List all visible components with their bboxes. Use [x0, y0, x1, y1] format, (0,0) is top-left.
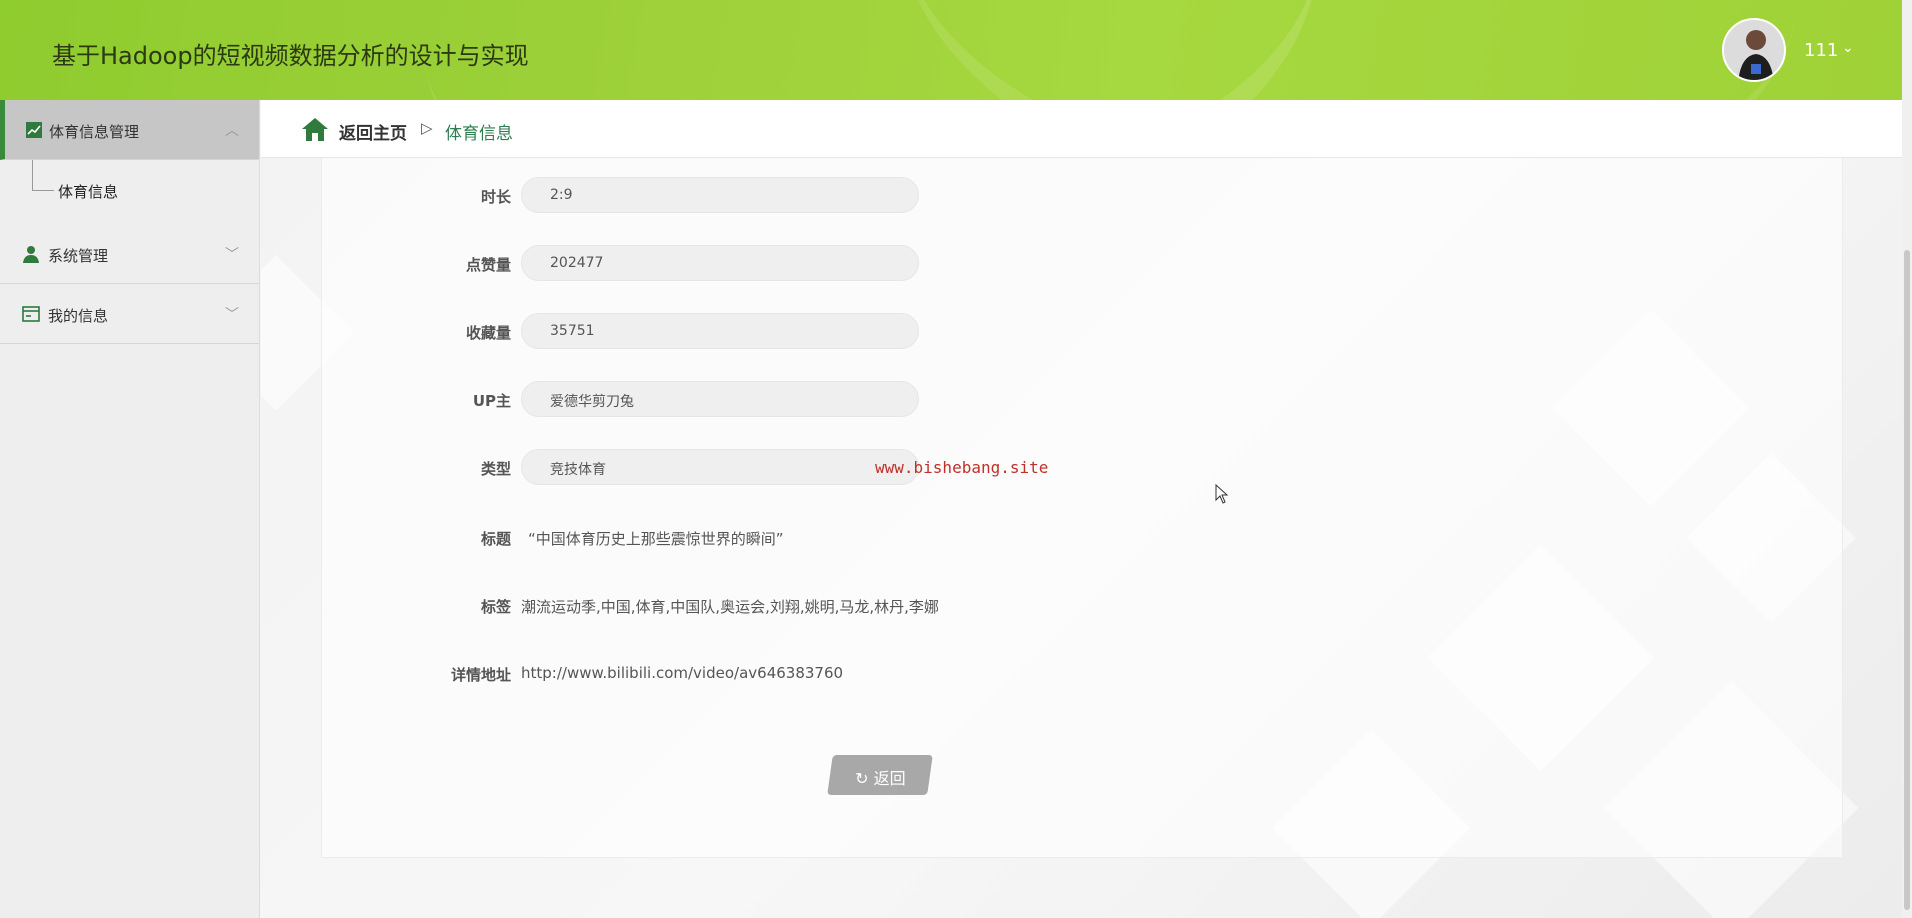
back-button[interactable]: ↻ 返回 — [827, 755, 933, 795]
back-button-label: 返回 — [873, 769, 906, 788]
tree-line — [32, 160, 33, 190]
favorites-field[interactable]: 35751 — [521, 313, 919, 349]
watermark: www.bishebang.site — [875, 458, 1049, 477]
home-icon[interactable] — [301, 116, 329, 142]
chevron-down-icon[interactable]: ⌄ — [1842, 40, 1854, 56]
url-value: http://www.bilibili.com/video/av64638376… — [521, 664, 844, 682]
uploader-label: UP主 — [472, 392, 511, 410]
sidebar-item-label: 我的信息 — [48, 307, 109, 325]
sidebar-item-system-management[interactable]: 系统管理 ﹀ — [0, 224, 259, 284]
sidebar-item-label: 系统管理 — [48, 247, 109, 265]
user-name[interactable]: 111 — [1804, 40, 1838, 61]
breadcrumb-home-link[interactable]: 返回主页 — [339, 119, 407, 144]
favorites-label: 收藏量 — [465, 324, 511, 342]
uploader-field[interactable]: 爱德华剪刀兔 — [521, 381, 919, 417]
type-field[interactable]: 竞技体育 — [521, 449, 919, 485]
sidebar: 体育信息管理 ︿ 体育信息 系统管理 ﹀ 我的信息 ﹀ — [0, 100, 260, 918]
sidebar-subitem-label: 体育信息 — [58, 183, 119, 201]
duration-field[interactable]: 2:9 — [521, 177, 919, 213]
chevron-down-icon: ﹀ — [225, 247, 239, 263]
back-button-content: ↻ 返回 — [830, 755, 930, 789]
header-decoration — [875, 0, 1825, 100]
title-label: 标题 — [480, 530, 511, 548]
sidebar-item-label: 体育信息管理 — [49, 123, 140, 141]
tree-line — [32, 190, 54, 191]
breadcrumb-separator: ▷ — [421, 119, 433, 137]
sidebar-subitem-sports-info[interactable]: 体育信息 — [0, 160, 259, 224]
sidebar-item-sports-management[interactable]: 体育信息管理 ︿ — [0, 100, 259, 160]
app-title: 基于Hadoop的短视频数据分析的设计与实现 — [52, 42, 529, 70]
user-icon — [23, 246, 39, 263]
breadcrumb-current: 体育信息 — [445, 124, 513, 144]
refresh-icon: ↻ — [855, 769, 869, 788]
tags-label: 标签 — [480, 598, 511, 616]
top-header: 基于Hadoop的短视频数据分析的设计与实现 111 ⌄ — [0, 0, 1902, 100]
mouse-cursor-icon — [1215, 484, 1229, 504]
avatar[interactable] — [1722, 18, 1786, 82]
duration-label: 时长 — [480, 188, 511, 206]
breadcrumb: 返回主页 ▷ 体育信息 — [261, 100, 1902, 158]
chevron-down-icon: ﹀ — [225, 307, 239, 323]
title-value: “中国体育历史上那些震惊世界的瞬间” — [528, 530, 784, 548]
likes-field[interactable]: 202477 — [521, 245, 919, 281]
tags-value: 潮流运动季,中国,体育,中国队,奥运会,刘翔,姚明,马龙,林丹,李娜 — [521, 598, 939, 616]
sidebar-item-my-info[interactable]: 我的信息 ﹀ — [0, 284, 259, 344]
scrollbar-thumb[interactable] — [1904, 250, 1910, 910]
card-icon — [22, 306, 40, 322]
avatar-image — [1724, 20, 1784, 80]
chevron-up-icon: ︿ — [225, 123, 239, 139]
url-label: 详情地址 — [450, 666, 511, 684]
type-label: 类型 — [480, 460, 511, 478]
likes-label: 点赞量 — [465, 256, 511, 274]
chart-line-icon — [26, 122, 42, 138]
